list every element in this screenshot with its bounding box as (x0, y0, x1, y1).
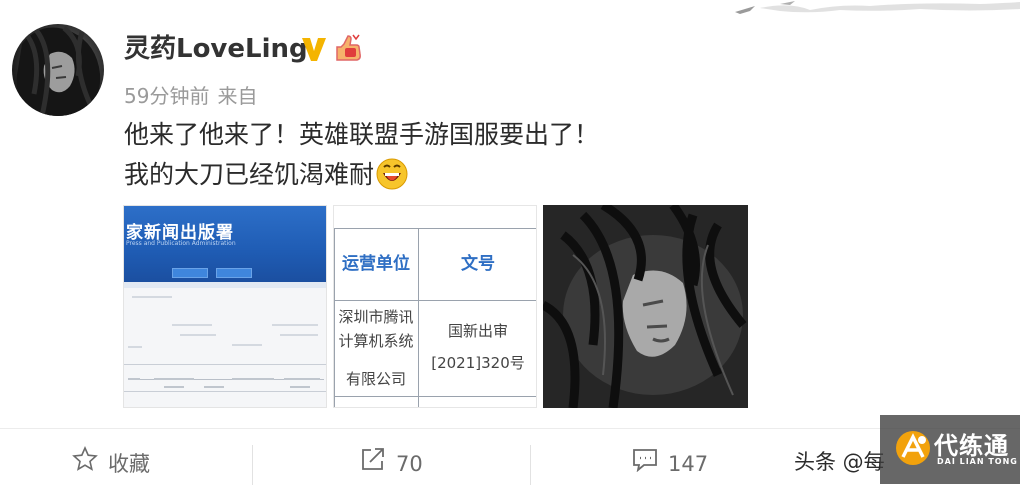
post-image-1[interactable]: 家新闻出版署 Press and Publication Administrat… (123, 205, 327, 408)
image1-row (290, 386, 310, 388)
post-text-line2-text: 我的大刀已经饥渴难耐 (124, 160, 375, 189)
post-time[interactable]: 59分钟前 (124, 84, 209, 108)
watermark-source: 头条 @每 (794, 450, 885, 474)
brand-name: 代练通 (934, 432, 1009, 460)
image1-row (128, 378, 140, 380)
verified-v-icon (300, 35, 328, 63)
comment-icon (633, 449, 657, 473)
image2-company-line2: 计算机系统 (338, 332, 414, 350)
image2-header-operator: 运营单位 (342, 254, 410, 274)
image2-company-line1: 深圳市腾讯 (338, 308, 414, 326)
image1-row (284, 378, 320, 380)
image1-row (164, 386, 184, 388)
share-icon (362, 448, 384, 470)
comment-count: 147 (668, 452, 709, 476)
image1-row (204, 386, 224, 388)
image1-row (154, 378, 194, 380)
image1-subtitle: Press and Publication Administration (126, 240, 236, 247)
action-divider (252, 445, 253, 485)
vip-hand-icon (333, 33, 363, 63)
brand-subtitle: DAI LIAN TONG (937, 457, 1018, 466)
watermark-logo-box: 代练通 DAI LIAN TONG (880, 415, 1020, 484)
image2-table-line (334, 396, 536, 397)
image1-tab (172, 268, 208, 278)
post-meta: 59分钟前 来自 (124, 80, 257, 109)
laughing-emoji-icon (376, 158, 408, 190)
comment-button[interactable]: 147 (632, 429, 708, 485)
brand-logo-icon (894, 429, 932, 467)
action-divider (530, 445, 531, 485)
image2-docno-line1: 国新出审 (447, 322, 508, 340)
post-image-2[interactable]: 运营单位 文号 深圳市腾讯 计算机系统 有限公司 国新出审 [2021]320号 (333, 205, 537, 408)
image2-header-docno: 文号 (461, 254, 495, 274)
image1-row (232, 344, 262, 346)
post-text-line2: 我的大刀已经饥渴难耐 (124, 158, 408, 192)
image1-stripe (124, 282, 326, 288)
image2-company-line3: 有限公司 (345, 370, 406, 388)
post-image-3[interactable] (543, 205, 748, 408)
image2-table-line (334, 300, 536, 301)
image1-row (232, 378, 274, 380)
username[interactable]: 灵药LoveLing (124, 31, 308, 67)
image1-row (180, 334, 216, 336)
image1-row (128, 346, 142, 348)
post-text-line1: 他来了他来了！英雄联盟手游国服要出了！ (124, 120, 600, 149)
image1-row (272, 324, 318, 326)
post-source: 来自 (217, 84, 258, 108)
image1-row (172, 324, 212, 326)
image1-row (132, 296, 172, 298)
image1-row (280, 334, 318, 336)
star-icon (72, 446, 98, 471)
image2-docno-line2: [2021]320号 (431, 354, 525, 372)
favorite-label: 收藏 (108, 452, 150, 476)
share-button[interactable]: 70 (360, 429, 423, 485)
ink-decoration (720, 0, 1020, 24)
share-count: 70 (396, 452, 423, 476)
user-avatar[interactable] (12, 24, 104, 116)
favorite-button[interactable]: 收藏 (72, 429, 150, 485)
image1-tab (216, 268, 252, 278)
